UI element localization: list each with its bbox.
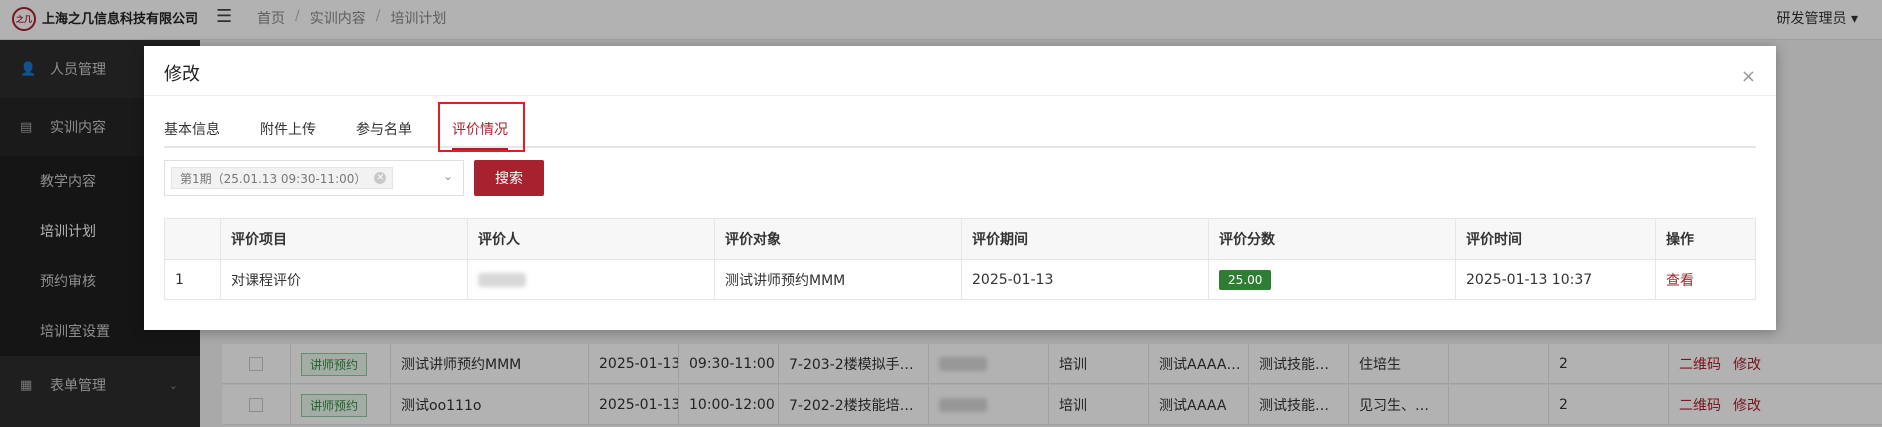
selected-period-label: 第1期（25.01.13 09:30-11:00）: [180, 171, 367, 186]
column-header-index: [165, 219, 220, 259]
modal-tabs: 基本信息 附件上传 参与名单 评价情况: [164, 110, 1756, 150]
view-link[interactable]: 查看: [1666, 270, 1694, 290]
column-header-score: 评价分数: [1208, 219, 1455, 259]
edit-modal: 修改 × 基本信息 附件上传 参与名单 评价情况 第1期（25.01.13 09…: [144, 46, 1776, 330]
period-select[interactable]: 第1期（25.01.13 09:30-11:00） ✕ ⌄: [164, 160, 464, 196]
evaluation-table: 评价项目 评价人 评价对象 评价期间 评价分数 评价时间 操作 1 对课程评价 …: [164, 218, 1756, 300]
evaluator-cell: [467, 260, 714, 300]
modal-divider: [144, 95, 1776, 96]
column-header-item: 评价项目: [220, 219, 467, 259]
column-header-period: 评价期间: [961, 219, 1208, 259]
action-cell: 查看: [1655, 260, 1755, 300]
column-header-time: 评价时间: [1455, 219, 1655, 259]
score-badge: 25.00: [1219, 270, 1272, 290]
tab-basic-info[interactable]: 基本信息: [164, 110, 220, 148]
column-header-action: 操作: [1655, 219, 1755, 259]
tab-highlight-box: [438, 102, 525, 152]
period-cell: 2025-01-13: [961, 260, 1208, 300]
item-cell: 对课程评价: [220, 260, 467, 300]
chevron-down-icon: ⌄: [442, 169, 453, 183]
remove-tag-icon[interactable]: ✕: [374, 172, 387, 184]
index-cell: 1: [175, 272, 184, 288]
blurred-evaluator: [478, 273, 526, 287]
table-header-row: 评价项目 评价人 评价对象 评价期间 评价分数 评价时间 操作: [165, 219, 1755, 259]
selected-period-tag: 第1期（25.01.13 09:30-11:00） ✕: [171, 167, 394, 189]
close-icon[interactable]: ×: [1741, 68, 1756, 86]
time-cell: 2025-01-13 10:37: [1455, 260, 1655, 300]
search-button[interactable]: 搜索: [474, 160, 544, 196]
target-cell: 测试讲师预约MMM: [714, 260, 961, 300]
column-header-target: 评价对象: [714, 219, 961, 259]
tab-participants[interactable]: 参与名单: [356, 110, 412, 148]
table-row: 1 对课程评价 测试讲师预约MMM 2025-01-13 25.00 2025-…: [165, 259, 1755, 300]
tab-attachments[interactable]: 附件上传: [260, 110, 316, 148]
modal-title: 修改: [164, 64, 200, 85]
column-header-evaluator: 评价人: [467, 219, 714, 259]
score-cell: 25.00: [1208, 260, 1455, 300]
